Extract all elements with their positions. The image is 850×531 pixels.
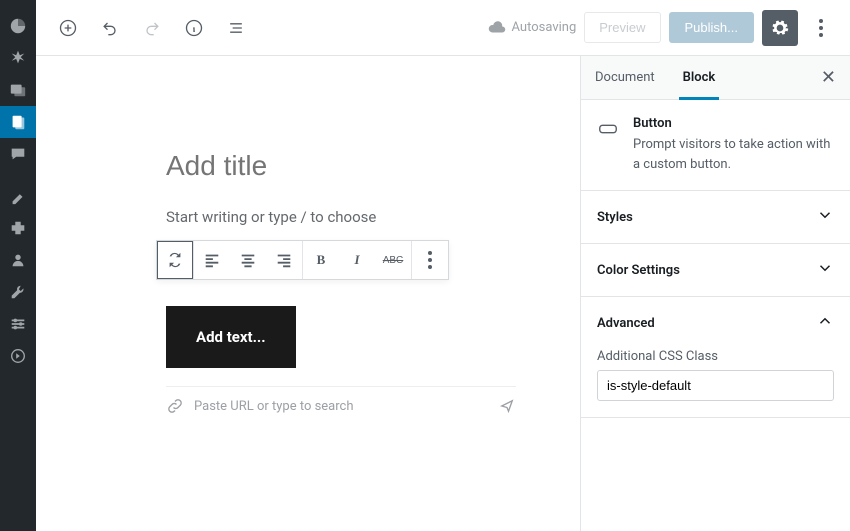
block-toolbar: B I ABC: [156, 240, 449, 280]
editor-canvas: Start writing or type / to choose B I AB…: [36, 56, 580, 531]
cloud-icon: [488, 19, 506, 37]
more-menu-button[interactable]: [806, 10, 836, 46]
css-class-input[interactable]: [597, 370, 834, 401]
sidebar-tools[interactable]: [0, 276, 36, 308]
panel-styles: Styles: [581, 191, 850, 244]
chevron-down-icon: [816, 206, 834, 228]
editor-main: Start writing or type / to choose B I AB…: [36, 56, 850, 531]
button-block-icon: [597, 118, 621, 142]
inspector-tabs: Document Block ✕: [581, 56, 850, 100]
editor: Autosaving Preview Publish... Start writ…: [36, 0, 850, 531]
app-root: Autosaving Preview Publish... Start writ…: [0, 0, 850, 531]
align-left-button[interactable]: [194, 241, 230, 279]
url-input-row: Paste URL or type to search: [166, 386, 516, 415]
panel-color-toggle[interactable]: Color Settings: [581, 244, 850, 296]
outline-button[interactable]: [218, 10, 254, 46]
settings-button[interactable]: [762, 10, 798, 46]
panel-styles-toggle[interactable]: Styles: [581, 191, 850, 243]
tab-document[interactable]: Document: [581, 56, 669, 99]
block-title: Button: [633, 116, 834, 131]
css-class-label: Additional CSS Class: [597, 349, 834, 364]
block-prompt-text: Start writing or type / to choose: [166, 208, 570, 226]
panel-advanced-toggle[interactable]: Advanced: [581, 297, 850, 349]
sidebar-pages[interactable]: [0, 106, 36, 138]
sidebar-plugins[interactable]: [0, 212, 36, 244]
button-block[interactable]: Add text...: [166, 306, 296, 368]
sidebar-appearance[interactable]: [0, 180, 36, 212]
italic-button[interactable]: I: [339, 241, 375, 279]
block-info: Button Prompt visitors to take action wi…: [581, 100, 850, 191]
undo-button[interactable]: [92, 10, 128, 46]
url-placeholder-text[interactable]: Paste URL or type to search: [194, 399, 354, 414]
autosave-status: Autosaving: [488, 19, 577, 37]
sidebar-posts[interactable]: [0, 42, 36, 74]
sidebar-media[interactable]: [0, 74, 36, 106]
bold-button[interactable]: B: [303, 241, 339, 279]
sidebar-dashboard[interactable]: [0, 10, 36, 42]
add-block-button[interactable]: [50, 10, 86, 46]
chevron-up-icon: [816, 312, 834, 334]
preview-button[interactable]: Preview: [584, 12, 660, 43]
submit-url-icon[interactable]: [498, 397, 516, 415]
wp-admin-sidebar: [0, 0, 36, 531]
sidebar-comments[interactable]: [0, 138, 36, 170]
align-center-button[interactable]: [230, 241, 266, 279]
block-description: Prompt visitors to take action with a cu…: [633, 135, 834, 174]
post-title-input[interactable]: [166, 146, 580, 186]
sidebar-users[interactable]: [0, 244, 36, 276]
publish-button[interactable]: Publish...: [669, 12, 754, 43]
tab-block[interactable]: Block: [669, 56, 730, 99]
link-icon: [166, 397, 184, 415]
panel-advanced: Advanced Additional CSS Class: [581, 297, 850, 418]
info-button[interactable]: [176, 10, 212, 46]
editor-topbar: Autosaving Preview Publish...: [36, 0, 850, 56]
panel-color-settings: Color Settings: [581, 244, 850, 297]
toolbar-more-button[interactable]: [412, 241, 448, 279]
sidebar-collapse[interactable]: [0, 340, 36, 372]
inspector-panel: Document Block ✕ Button Prompt visitors …: [580, 56, 850, 531]
redo-button[interactable]: [134, 10, 170, 46]
transform-button[interactable]: [157, 241, 193, 279]
sidebar-settings[interactable]: [0, 308, 36, 340]
align-right-button[interactable]: [266, 241, 302, 279]
strikethrough-button[interactable]: ABC: [375, 241, 411, 279]
chevron-down-icon: [816, 259, 834, 281]
autosave-text: Autosaving: [512, 20, 577, 35]
close-inspector-button[interactable]: ✕: [807, 67, 850, 88]
